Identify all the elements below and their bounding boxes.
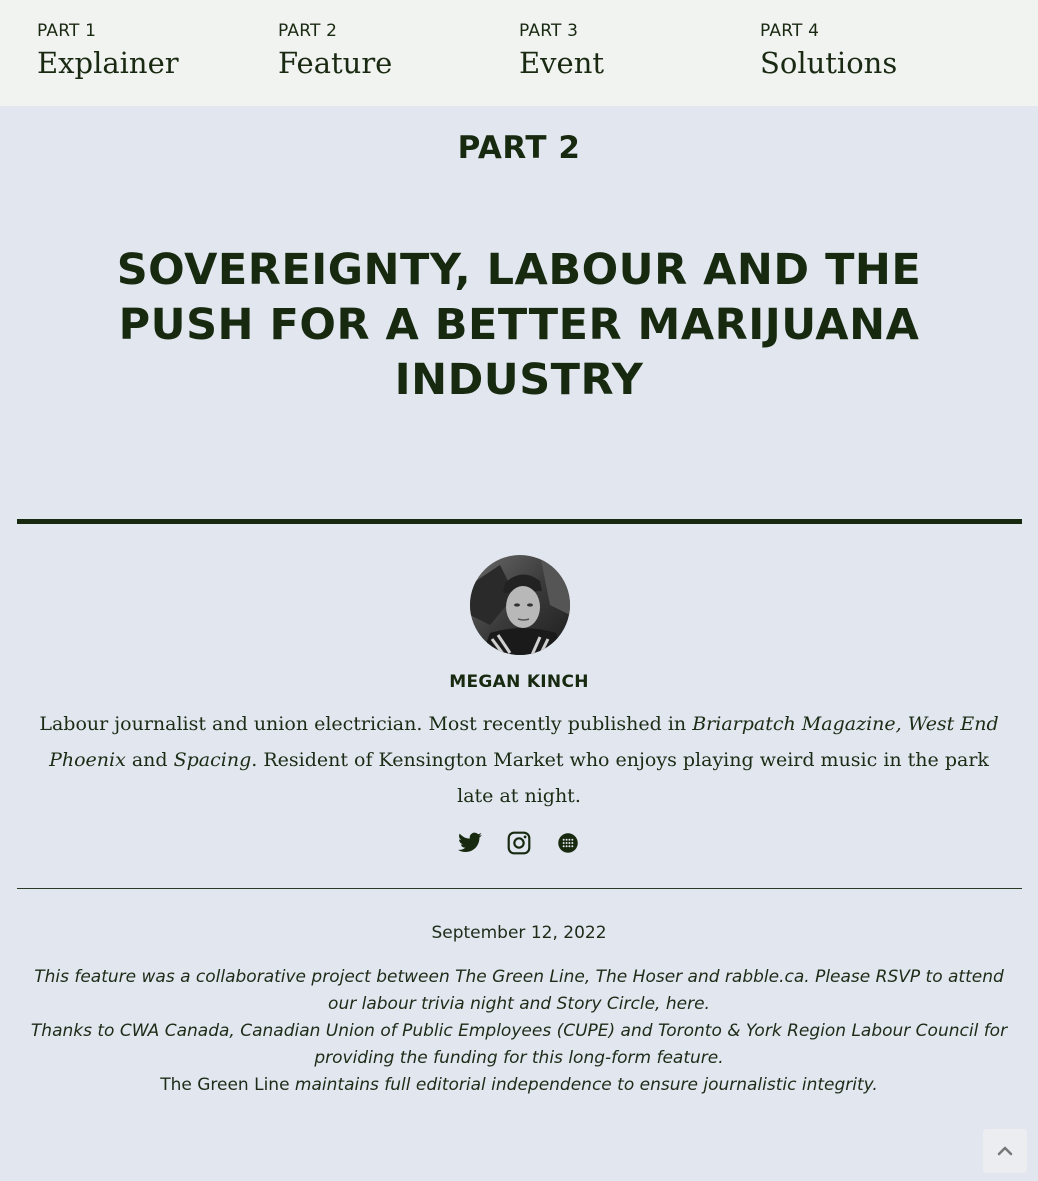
part-number: PART 2 [278, 21, 338, 41]
part-number: PART 1 [37, 21, 97, 41]
bio-publication-spacing: Spacing [173, 749, 252, 771]
twitter-icon[interactable] [457, 830, 483, 856]
website-icon[interactable] [555, 830, 581, 856]
funding-note: Thanks to CWA Canada, Canadian Union of … [30, 1021, 1008, 1068]
part-title: Event [519, 46, 605, 80]
part-1-link[interactable]: PART 1 Explainer [37, 20, 179, 82]
collaboration-note: This feature was a collaborative project… [34, 967, 1004, 1014]
section-divider [17, 519, 1022, 524]
article-part-label: PART 2 [457, 130, 581, 166]
publish-date: September 12, 2022 [431, 923, 607, 943]
part-title: Feature [278, 46, 393, 80]
independence-note: maintains full editorial independence to… [289, 1075, 878, 1095]
author-photo-icon [470, 555, 570, 655]
article-headline: SOVEREIGNTY, LABOUR AND THE PUSH FOR A B… [116, 245, 922, 405]
bio-text: Labour journalist and union electrician.… [39, 713, 693, 735]
bio-text: and [125, 749, 174, 771]
part-title: Solutions [760, 46, 898, 80]
author-social-links [0, 830, 1038, 860]
article-notes: This feature was a collaborative project… [25, 964, 1013, 1099]
author-avatar [470, 555, 570, 655]
meta-divider [17, 888, 1022, 889]
part-number: PART 4 [760, 21, 820, 41]
instagram-icon[interactable] [506, 830, 532, 856]
bio-text: . Resident of Kensington Market who enjo… [251, 749, 989, 807]
part-title: Explainer [37, 46, 179, 80]
publication-name: The Green Line [160, 1075, 290, 1095]
author-bio: Labour journalist and union electrician.… [30, 706, 1008, 814]
part-number: PART 3 [519, 21, 579, 41]
scroll-to-top-button[interactable] [983, 1129, 1027, 1173]
author-name: MEGAN KINCH [449, 672, 589, 692]
chevron-up-icon [997, 1146, 1013, 1156]
part-3-link[interactable]: PART 3 Event [519, 20, 604, 82]
part-4-link[interactable]: PART 4 Solutions [760, 20, 897, 82]
parts-nav: PART 1 Explainer PART 2 Feature PART 3 E… [0, 0, 1038, 106]
part-2-link[interactable]: PART 2 Feature [278, 20, 392, 82]
